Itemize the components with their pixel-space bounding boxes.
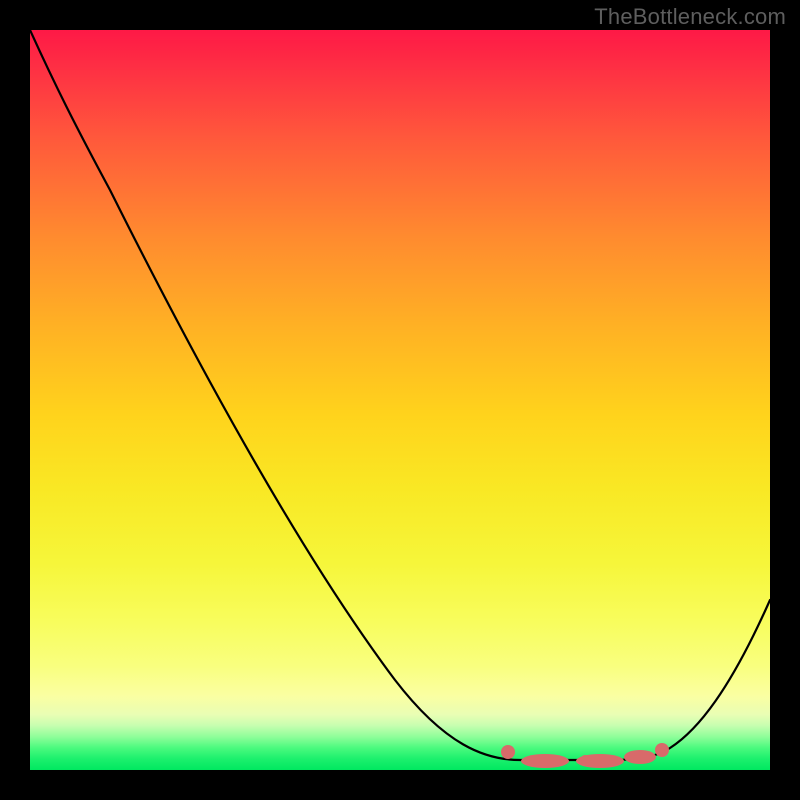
chart-container: TheBottleneck.com [0, 0, 800, 800]
optimal-marker-dot [655, 743, 669, 757]
plot-area [30, 30, 770, 770]
bottleneck-curve-svg [30, 30, 770, 770]
optimal-marker-blob [624, 750, 656, 764]
optimal-marker-dot [581, 755, 589, 763]
optimal-marker-dot [501, 745, 515, 759]
optimal-marker-blob [521, 754, 569, 768]
watermark-label: TheBottleneck.com [594, 4, 786, 30]
bottleneck-curve-line [30, 30, 770, 760]
